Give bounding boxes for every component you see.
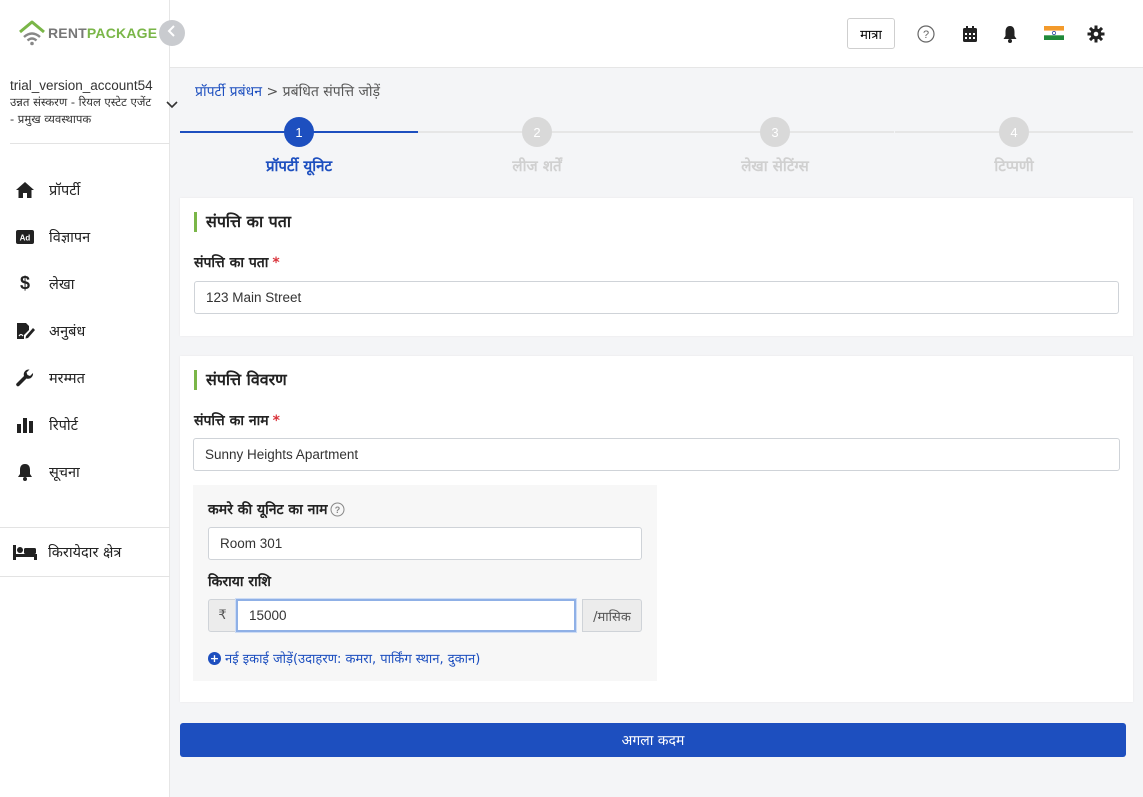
step-label: प्रॉपर्टी यूनिट xyxy=(265,157,333,175)
sidebar: RENTPACKAGE trial_version_account54 उन्न… xyxy=(0,0,178,797)
next-step-button[interactable]: अगला कदम xyxy=(180,723,1126,757)
calendar-icon[interactable] xyxy=(960,24,980,44)
account-name: trial_version_account54 xyxy=(10,78,153,93)
step-number: 1 xyxy=(284,117,314,147)
svg-text:?: ? xyxy=(335,505,341,515)
step-property-unit[interactable]: 1 प्रॉपर्टी यूनिट xyxy=(180,116,418,180)
address-section-title: संपत्ति का पता xyxy=(194,212,291,232)
details-section-title: संपत्ति विवरण xyxy=(194,370,287,390)
svg-text:Ad: Ad xyxy=(20,233,31,242)
step-accounting-settings[interactable]: 3 लेखा सेटिंग्स xyxy=(656,116,894,180)
wizard-stepper: 1 प्रॉपर्टी यूनिट 2 लीज शर्तें 3 लेखा से… xyxy=(180,116,1133,180)
required-marker: * xyxy=(272,255,280,271)
property-name-input[interactable]: Sunny Heights Apartment xyxy=(193,438,1120,471)
chart-icon xyxy=(15,415,35,435)
sidebar-nav: प्रॉपर्टी Ad विज्ञापन $ लेखा अनुबंध मरम्… xyxy=(0,166,170,495)
currency-addon: ₹ xyxy=(208,599,237,632)
breadcrumb: प्रॉपर्टी प्रबंधन > प्रबंधित संपत्ति जोड… xyxy=(195,82,380,101)
breadcrumb-property-management[interactable]: प्रॉपर्टी प्रबंधन xyxy=(195,84,262,100)
add-unit-link[interactable]: + नई इकाई जोड़ें(उदाहरण: कमरा, पार्किंग … xyxy=(208,649,480,667)
sidebar-item-accounting[interactable]: $ लेखा xyxy=(0,260,170,307)
account-subtitle: उन्नत संस्करण - रियल एस्टेट एजेंट - प्रम… xyxy=(10,95,152,126)
india-flag-icon[interactable] xyxy=(1043,25,1065,41)
property-details-card: संपत्ति विवरण संपत्ति का नाम * Sunny Heig… xyxy=(180,356,1133,702)
step-label: लेखा सेटिंग्स xyxy=(741,157,809,175)
sidebar-item-repair[interactable]: मरम्मत xyxy=(0,354,170,401)
account-switcher[interactable]: trial_version_account54 उन्नत संस्करण - … xyxy=(10,78,178,144)
rentpackage-logo[interactable]: RENTPACKAGE xyxy=(18,20,157,46)
top-bar: मात्रा ? xyxy=(170,0,1143,68)
address-section-card: संपत्ति का पता संपत्ति का पता * 123 Main … xyxy=(180,198,1133,336)
sidebar-item-ads[interactable]: Ad विज्ञापन xyxy=(0,213,170,260)
unit-name-label: कमरे की यूनिट का नाम ? xyxy=(208,500,345,519)
home-icon xyxy=(15,180,35,200)
required-marker: * xyxy=(272,413,280,429)
contract-icon xyxy=(15,321,35,341)
language-button[interactable]: मात्रा xyxy=(847,18,895,49)
sidebar-item-reports[interactable]: रिपोर्ट xyxy=(0,401,170,448)
step-label: लीज शर्तें xyxy=(512,157,562,175)
help-icon[interactable]: ? xyxy=(330,502,345,517)
notification-bell-icon[interactable] xyxy=(1000,24,1020,44)
step-number: 4 xyxy=(999,117,1029,147)
step-label: टिप्पणी xyxy=(994,157,1034,175)
sidebar-collapse-button[interactable] xyxy=(159,20,185,46)
sidebar-item-property[interactable]: प्रॉपर्टी xyxy=(0,166,170,213)
property-name-label: संपत्ति का नाम * xyxy=(194,413,280,429)
address-input[interactable]: 123 Main Street xyxy=(194,281,1119,314)
brand-name: RENTPACKAGE xyxy=(48,25,158,41)
step-notes[interactable]: 4 टिप्पणी xyxy=(895,116,1133,180)
ad-icon: Ad xyxy=(15,227,35,247)
sidebar-item-notice[interactable]: सूचना xyxy=(0,448,170,495)
help-icon[interactable]: ? xyxy=(916,24,936,44)
breadcrumb-current: प्रबंधित संपत्ति जोड़ें xyxy=(282,84,380,100)
breadcrumb-separator: > xyxy=(266,84,279,100)
bell-icon xyxy=(15,462,35,482)
chevron-down-icon[interactable] xyxy=(166,97,178,113)
unit-name-input[interactable]: Room 301 xyxy=(208,527,642,560)
step-lease-terms[interactable]: 2 लीज शर्तें xyxy=(418,116,656,180)
per-month-addon: /मासिक xyxy=(582,599,642,632)
rent-amount-label: किराया राशि xyxy=(208,574,271,590)
chevron-left-icon xyxy=(167,25,177,41)
plus-circle-icon: + xyxy=(208,651,221,665)
sidebar-item-tenant-area[interactable]: किरायेदार क्षेत्र xyxy=(0,527,170,577)
step-number: 3 xyxy=(760,117,790,147)
step-number: 2 xyxy=(522,117,552,147)
address-field-label: संपत्ति का पता * xyxy=(194,255,280,271)
unit-box: कमरे की यूनिट का नाम ? Room 301 किराया र… xyxy=(193,485,657,681)
svg-text:?: ? xyxy=(923,29,929,41)
rent-amount-input[interactable]: 15000 xyxy=(236,599,576,632)
sidebar-item-contract[interactable]: अनुबंध xyxy=(0,307,170,354)
dollar-icon: $ xyxy=(19,273,30,293)
wrench-icon xyxy=(15,368,35,388)
house-wifi-logo-icon xyxy=(18,20,46,46)
gear-icon[interactable] xyxy=(1086,24,1106,44)
bed-icon xyxy=(13,544,37,560)
